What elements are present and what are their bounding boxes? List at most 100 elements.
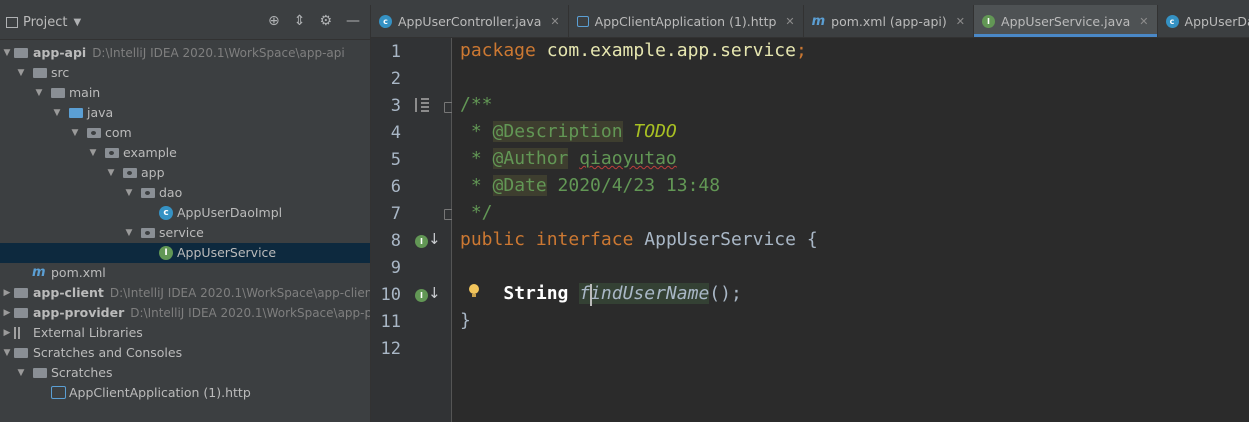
javadoc-render-icon[interactable]	[415, 98, 429, 112]
tab-appusercontroller[interactable]: c AppUserController.java ✕	[371, 5, 569, 37]
chevron-down-icon[interactable]: ▼	[124, 183, 134, 203]
doc-author: qiaoyutao	[579, 148, 677, 169]
arrow-down-icon[interactable]: ↓	[428, 284, 441, 302]
chevron-right-icon[interactable]: ▶	[2, 283, 12, 303]
tree-node-path: D:\IntelliJ IDEA 2020.1\WorkSpace\app-ap…	[92, 46, 345, 60]
tree-node-dao[interactable]: ▼ dao	[0, 183, 370, 203]
code-line-5: * @Author qiaoyutao	[460, 148, 677, 169]
tree-node-src[interactable]: ▼ src	[0, 63, 370, 83]
close-icon[interactable]: ✕	[956, 15, 965, 28]
doc-star: *	[460, 121, 493, 142]
class-icon: c	[1165, 14, 1179, 28]
tree-node-scratches[interactable]: ▼ Scratches	[0, 363, 370, 383]
tree-node-appuserdaoimpl[interactable]: c AppUserDaoImpl	[0, 203, 370, 223]
chevron-down-icon[interactable]: ▼	[106, 163, 116, 183]
semicolon: ;	[795, 40, 807, 61]
module-folder-icon	[14, 308, 28, 318]
doc-star: *	[460, 175, 493, 196]
tree-node-label: service	[159, 225, 204, 240]
module-folder-icon	[14, 48, 28, 58]
close-icon[interactable]: ✕	[785, 15, 794, 28]
tree-node-app[interactable]: ▼ app	[0, 163, 370, 183]
tab-appuserdaoimpl[interactable]: c AppUserDaoImpl.java	[1158, 5, 1249, 37]
close-icon[interactable]: ✕	[550, 15, 559, 28]
tree-node-http-file[interactable]: AppClientApplication (1).http	[0, 383, 370, 403]
tab-appclientapplication-http[interactable]: AppClientApplication (1).http ✕	[569, 5, 804, 37]
tree-node-label: app-client	[33, 285, 104, 300]
tree-node-label: dao	[159, 185, 183, 200]
tree-node-path: D:\IntelliJ IDEA 2020.1\WorkSpace\app-pr…	[130, 306, 370, 320]
tree-node-com[interactable]: ▼ com	[0, 123, 370, 143]
code-line-11: }	[460, 310, 471, 331]
project-view-dropdown[interactable]: Project	[23, 15, 67, 30]
chevron-down-icon[interactable]: ▼	[88, 143, 98, 163]
doc-date: 2020/4/23 13:48	[546, 175, 721, 196]
tree-node-app-client[interactable]: ▶ app-client D:\IntelliJ IDEA 2020.1\Work…	[0, 283, 370, 303]
library-icon	[14, 327, 20, 339]
tab-label: AppUserService.java	[1001, 13, 1131, 29]
chevron-right-icon[interactable]: ▶	[2, 303, 12, 323]
line-number: 10	[380, 285, 401, 305]
doc-star: *	[460, 148, 493, 169]
chevron-down-icon[interactable]: ▼	[52, 103, 62, 123]
close-icon[interactable]: ✕	[1139, 15, 1148, 28]
chevron-down-icon[interactable]: ▼	[2, 343, 12, 363]
chevron-down-icon[interactable]: ▼	[73, 17, 81, 28]
chevron-down-icon[interactable]: ▼	[16, 363, 26, 383]
tree-node-service[interactable]: ▼ service	[0, 223, 370, 243]
chevron-down-icon[interactable]: ▼	[70, 123, 80, 143]
collapse-all-icon[interactable]: ⇕	[294, 13, 306, 29]
return-type: String	[503, 283, 569, 304]
http-icon	[576, 15, 589, 27]
tree-node-label: pom.xml	[51, 265, 106, 280]
chevron-down-icon[interactable]: ▼	[16, 63, 26, 83]
arrow-down-icon[interactable]: ↓	[428, 230, 441, 248]
method-name: findUserName	[579, 283, 710, 304]
interface-icon: I	[982, 14, 996, 28]
implemented-icon[interactable]: I	[415, 235, 428, 248]
doc-tag: @Author	[492, 148, 569, 169]
tree-node-app-provider[interactable]: ▶ app-provider D:\IntelliJ IDEA 2020.1\Wo…	[0, 303, 370, 323]
code-line-3: /**	[460, 94, 493, 115]
chevron-down-icon[interactable]: ▼	[34, 83, 44, 103]
text-caret	[590, 284, 592, 306]
line-number: 4	[390, 123, 401, 143]
gear-icon[interactable]: ⚙	[319, 13, 332, 29]
tree-node-label: src	[51, 65, 70, 80]
tree-node-appuserservice[interactable]: I AppUserService	[0, 243, 370, 263]
tab-pom-xml[interactable]: m pom.xml (app-api) ✕	[804, 5, 975, 37]
editor-gutter: 1 2 3 4 5 6 7 8 9 10 11 12 I ↓ I ↓	[371, 38, 455, 422]
line-number: 1	[390, 42, 401, 62]
tree-node-external-libraries[interactable]: ▶ External Libraries	[0, 323, 370, 343]
scratches-icon	[14, 348, 28, 358]
tree-node-label: app-api	[33, 45, 87, 60]
tree-node-main[interactable]: ▼ main	[0, 83, 370, 103]
todo-text: TODO	[633, 121, 677, 142]
chevron-right-icon[interactable]: ▶	[2, 323, 12, 343]
tree-node-app-api[interactable]: ▼ app-api D:\IntelliJ IDEA 2020.1\WorkSpa…	[0, 43, 370, 63]
brace: {	[806, 229, 818, 250]
implemented-icon[interactable]: I	[415, 289, 428, 302]
locate-icon[interactable]: ⊕	[268, 13, 280, 29]
code-line-10: String findUserName();	[460, 283, 742, 304]
tree-node-path: D:\IntelliJ IDEA 2020.1\WorkSpace\app-cl…	[109, 286, 370, 300]
keyword: interface	[535, 229, 634, 250]
tree-node-example[interactable]: ▼ example	[0, 143, 370, 163]
code-line-6: * @Date 2020/4/23 13:48	[460, 175, 720, 196]
chevron-down-icon[interactable]: ▼	[2, 43, 12, 63]
code-editor[interactable]: package com.example.app.service; /** * @…	[452, 38, 1249, 422]
tree-node-pom[interactable]: m pom.xml	[0, 263, 370, 283]
class-icon: c	[379, 14, 392, 28]
tab-appuserservice[interactable]: I AppUserService.java ✕	[974, 5, 1158, 37]
project-panel-header: Project ▼ ⊕ ⇕ ⚙ —	[0, 5, 370, 40]
tree-node-label: AppClientApplication (1).http	[69, 385, 251, 400]
tree-node-java[interactable]: ▼ java	[0, 103, 370, 123]
chevron-down-icon[interactable]: ▼	[124, 223, 134, 243]
tree-node-label: AppUserDaoImpl	[177, 205, 283, 220]
hide-icon[interactable]: —	[346, 13, 360, 29]
tree-node-label: main	[69, 85, 101, 100]
project-view-icon[interactable]	[6, 16, 18, 28]
tree-node-scratches-consoles[interactable]: ▼ Scratches and Consoles	[0, 343, 370, 363]
keyword: package	[460, 40, 536, 61]
package-icon	[141, 228, 155, 238]
